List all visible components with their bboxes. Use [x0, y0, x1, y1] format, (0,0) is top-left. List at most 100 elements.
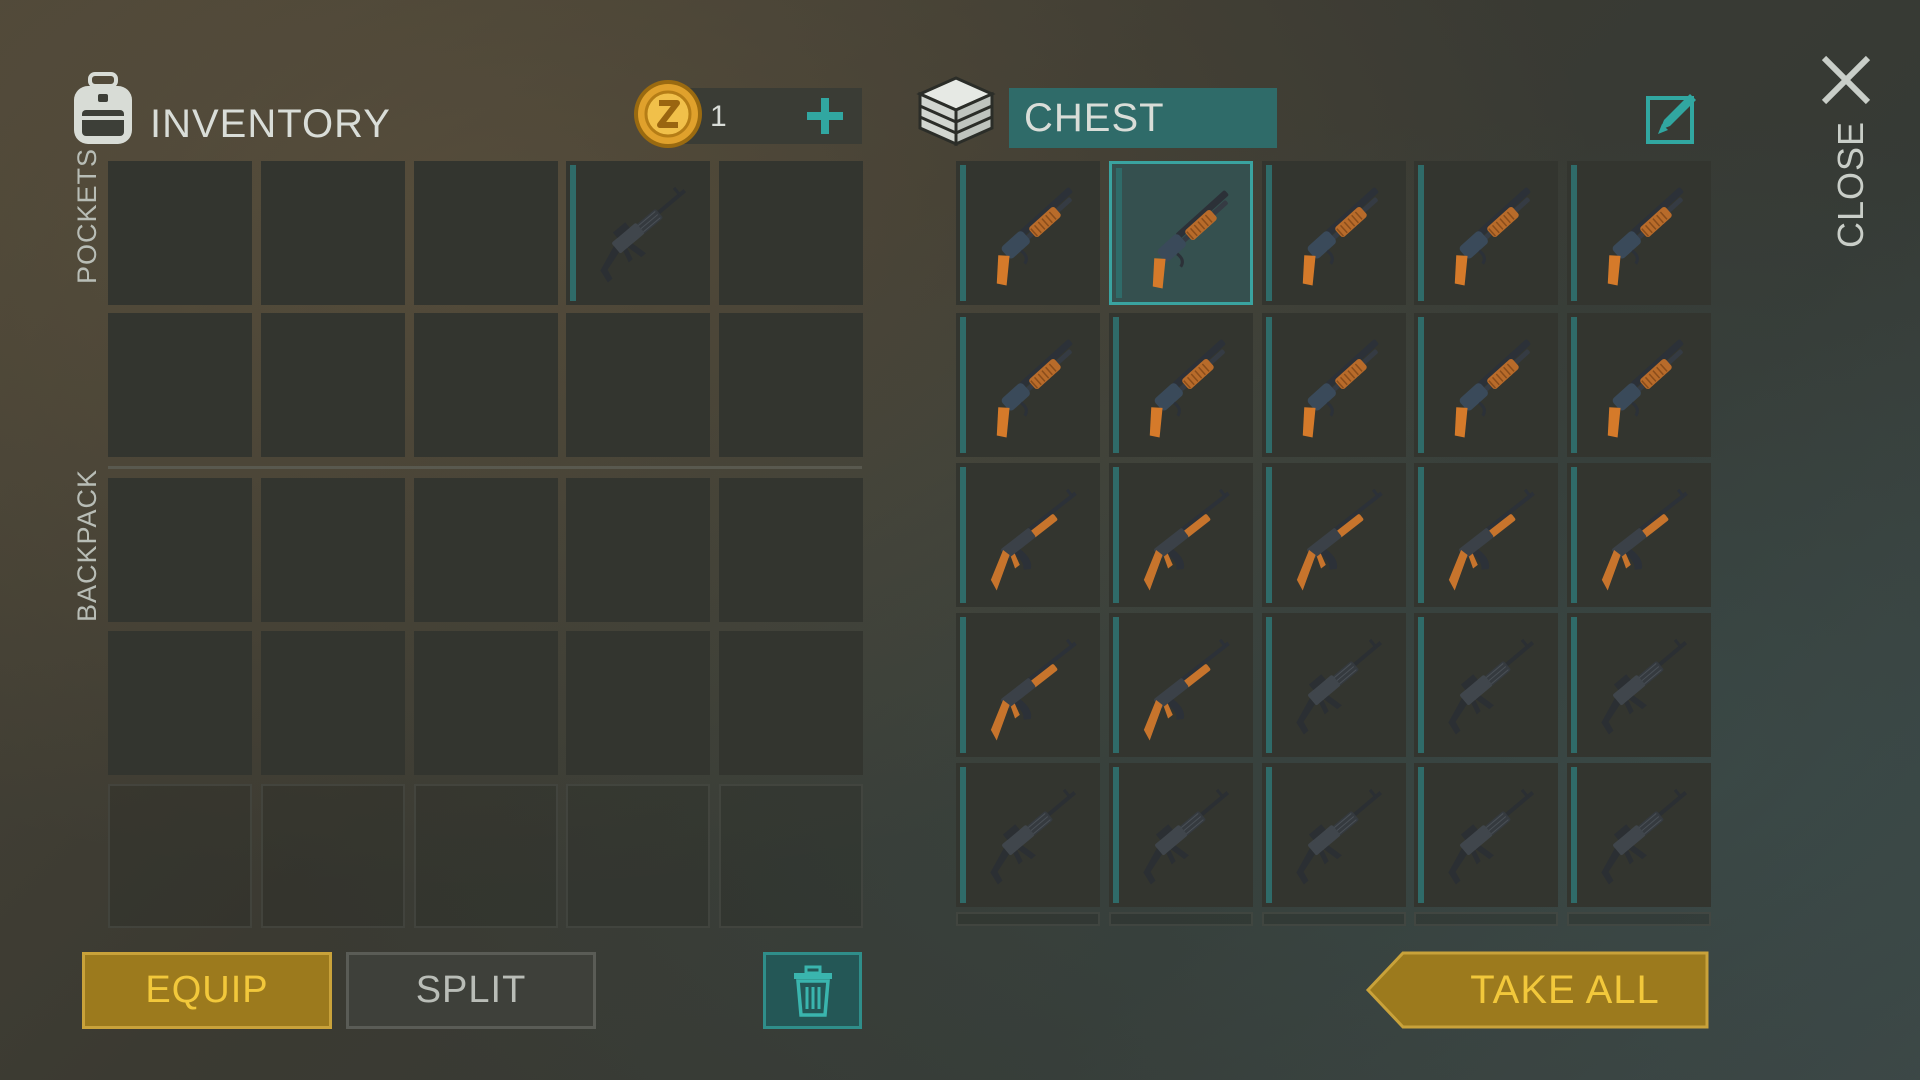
- chest-slot[interactable]: [1567, 313, 1711, 457]
- chest-slot[interactable]: [956, 912, 1100, 926]
- pocket-slot[interactable]: [108, 161, 252, 305]
- slot-indicator: [1116, 168, 1122, 298]
- slot-indicator: [1113, 767, 1119, 903]
- backpack-label: BACKPACK: [72, 468, 102, 622]
- slot-indicator: [1418, 467, 1424, 603]
- slot-indicator: [1571, 467, 1577, 603]
- backpack-slot[interactable]: [566, 631, 710, 775]
- pocket-slot[interactable]: [719, 161, 863, 305]
- locked-slot[interactable]: [108, 784, 252, 928]
- chest-slot[interactable]: [1262, 613, 1406, 757]
- pocket-slot[interactable]: [566, 313, 710, 457]
- chest-slot[interactable]: [1414, 161, 1558, 305]
- chest-slot[interactable]: [1414, 912, 1558, 926]
- backpack-slot[interactable]: [719, 631, 863, 775]
- slot-indicator: [1418, 165, 1424, 301]
- slot-indicator: [1266, 317, 1272, 453]
- close-label: CLOSE: [1830, 120, 1871, 248]
- pockets-backpack-divider: [108, 466, 862, 469]
- chest-slot[interactable]: [956, 313, 1100, 457]
- chest-slot[interactable]: [1567, 613, 1711, 757]
- add-coins-button[interactable]: [804, 95, 846, 137]
- chest-slot[interactable]: [956, 463, 1100, 607]
- plus-icon: [807, 98, 843, 134]
- locked-slot[interactable]: [261, 784, 405, 928]
- backpack-slot[interactable]: [108, 631, 252, 775]
- pocket-slot[interactable]: [719, 313, 863, 457]
- chest-slot[interactable]: [1109, 463, 1253, 607]
- slot-indicator: [1418, 767, 1424, 903]
- chest-slot[interactable]: [1567, 912, 1711, 926]
- slot-indicator: [1571, 317, 1577, 453]
- take-all-label: TAKE ALL: [1470, 968, 1660, 1012]
- chest-slot[interactable]: [956, 161, 1100, 305]
- backpack-icon: [68, 72, 138, 148]
- pocket-slot[interactable]: [261, 313, 405, 457]
- chest-slot[interactable]: [1109, 763, 1253, 907]
- split-button[interactable]: SPLIT: [346, 952, 596, 1029]
- chest-slot[interactable]: [1567, 463, 1711, 607]
- slot-indicator: [1266, 165, 1272, 301]
- chest-slot[interactable]: [1262, 161, 1406, 305]
- equip-button[interactable]: EQUIP: [82, 952, 332, 1029]
- slot-indicator: [960, 165, 966, 301]
- gold-coin-icon: [632, 78, 704, 150]
- slot-indicator: [960, 767, 966, 903]
- pocket-slot[interactable]: [414, 313, 558, 457]
- slot-indicator: [960, 617, 966, 753]
- slot-indicator: [1113, 617, 1119, 753]
- slot-indicator: [1571, 165, 1577, 301]
- slot-indicator: [1266, 467, 1272, 603]
- chest-slot[interactable]: [1109, 161, 1253, 305]
- chest-slot[interactable]: [1414, 313, 1558, 457]
- chest-slot[interactable]: [1109, 613, 1253, 757]
- slot-indicator: [1418, 617, 1424, 753]
- chest-icon: [916, 72, 996, 148]
- pocket-slot[interactable]: [108, 313, 252, 457]
- coin-count: 1: [710, 100, 727, 133]
- slot-indicator: [1266, 767, 1272, 903]
- backpack-slot[interactable]: [414, 478, 558, 622]
- slot-indicator: [1571, 617, 1577, 753]
- chest-slot[interactable]: [956, 763, 1100, 907]
- chest-slot[interactable]: [956, 613, 1100, 757]
- edit-button[interactable]: [1644, 90, 1700, 146]
- locked-slot[interactable]: [414, 784, 558, 928]
- chest-slot[interactable]: [1109, 912, 1253, 926]
- trash-button[interactable]: [763, 952, 862, 1029]
- slot-indicator: [960, 467, 966, 603]
- chest-slot[interactable]: [1414, 763, 1558, 907]
- pockets-label: POCKETS: [72, 147, 102, 284]
- locked-slot[interactable]: [719, 784, 863, 928]
- chest-slot[interactable]: [1567, 161, 1711, 305]
- trash-icon: [793, 965, 832, 1017]
- chest-slot[interactable]: [1567, 763, 1711, 907]
- slot-indicator: [1418, 317, 1424, 453]
- backpack-slot[interactable]: [261, 478, 405, 622]
- slot-indicator: [1266, 617, 1272, 753]
- chest-slot[interactable]: [1262, 763, 1406, 907]
- chest-slot[interactable]: [1414, 463, 1558, 607]
- backpack-slot[interactable]: [719, 478, 863, 622]
- pocket-slot[interactable]: [414, 161, 558, 305]
- slot-indicator: [570, 165, 576, 301]
- chest-slot[interactable]: [1109, 313, 1253, 457]
- backpack-slot[interactable]: [414, 631, 558, 775]
- slot-indicator: [1113, 317, 1119, 453]
- pocket-slot[interactable]: [566, 161, 710, 305]
- backpack-slot[interactable]: [261, 631, 405, 775]
- chest-slot[interactable]: [1262, 313, 1406, 457]
- close-button[interactable]: CLOSE: [1818, 52, 1880, 252]
- locked-slot[interactable]: [566, 784, 710, 928]
- edit-icon: [1646, 94, 1696, 144]
- chest-slot[interactable]: [1414, 613, 1558, 757]
- chest-slot[interactable]: [1262, 463, 1406, 607]
- pocket-slot[interactable]: [261, 161, 405, 305]
- backpack-slot[interactable]: [566, 478, 710, 622]
- slot-indicator: [960, 317, 966, 453]
- take-all-button[interactable]: TAKE ALL: [1365, 950, 1710, 1030]
- chest-title: CHEST: [1024, 96, 1165, 140]
- chest-slot[interactable]: [1262, 912, 1406, 926]
- backpack-slot[interactable]: [108, 478, 252, 622]
- close-icon: [1821, 55, 1871, 105]
